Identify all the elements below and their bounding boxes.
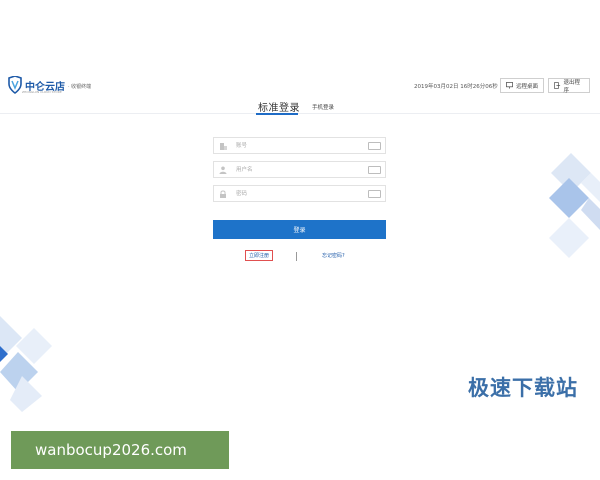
register-link[interactable]: 立即注册: [245, 250, 273, 261]
url-banner: wanbocup2026.com: [11, 431, 229, 469]
monitor-icon: [506, 82, 513, 89]
shield-logo-icon: [8, 76, 22, 94]
username-field[interactable]: [213, 161, 386, 178]
user-icon: [219, 166, 227, 174]
tab-standard-login[interactable]: 标准登录: [258, 99, 300, 114]
remote-desktop-label: 远程桌面: [516, 83, 539, 90]
header-divider: [0, 113, 600, 114]
brand-subtitle: · 收银终端: [68, 84, 92, 90]
remote-desktop-button[interactable]: 远程桌面: [500, 78, 544, 93]
exit-program-label: 退出程序: [563, 79, 581, 94]
decorative-diamonds-right: [549, 153, 600, 258]
lock-icon: [220, 190, 226, 198]
exit-icon: [554, 82, 561, 89]
site-watermark: 极速下载站: [468, 376, 578, 400]
account-field[interactable]: [213, 137, 386, 154]
password-field[interactable]: [213, 185, 386, 202]
keyboard-icon[interactable]: [368, 190, 381, 198]
top-header: 中仑云店 · 收银终端 ZHONGLUN CLOUD STORE 2019年03…: [0, 70, 600, 104]
keyboard-icon[interactable]: [368, 142, 381, 150]
decorative-diamonds-left: [0, 316, 52, 412]
keyboard-icon[interactable]: [368, 166, 381, 174]
account-input[interactable]: [236, 140, 356, 151]
current-datetime: 2019年03月02日 16时26分06秒: [414, 84, 498, 90]
active-tab-indicator: [256, 113, 298, 115]
login-button[interactable]: 登录: [213, 220, 386, 239]
link-separator: [296, 252, 297, 261]
password-input[interactable]: [236, 188, 356, 199]
tab-mobile-login[interactable]: 手机登录: [312, 103, 334, 111]
username-input[interactable]: [236, 164, 356, 175]
building-icon: [220, 143, 227, 150]
forgot-password-link[interactable]: 忘记密码?: [322, 252, 345, 259]
exit-program-button[interactable]: 退出程序: [548, 78, 590, 94]
brand-english: ZHONGLUN CLOUD STORE: [22, 90, 62, 94]
